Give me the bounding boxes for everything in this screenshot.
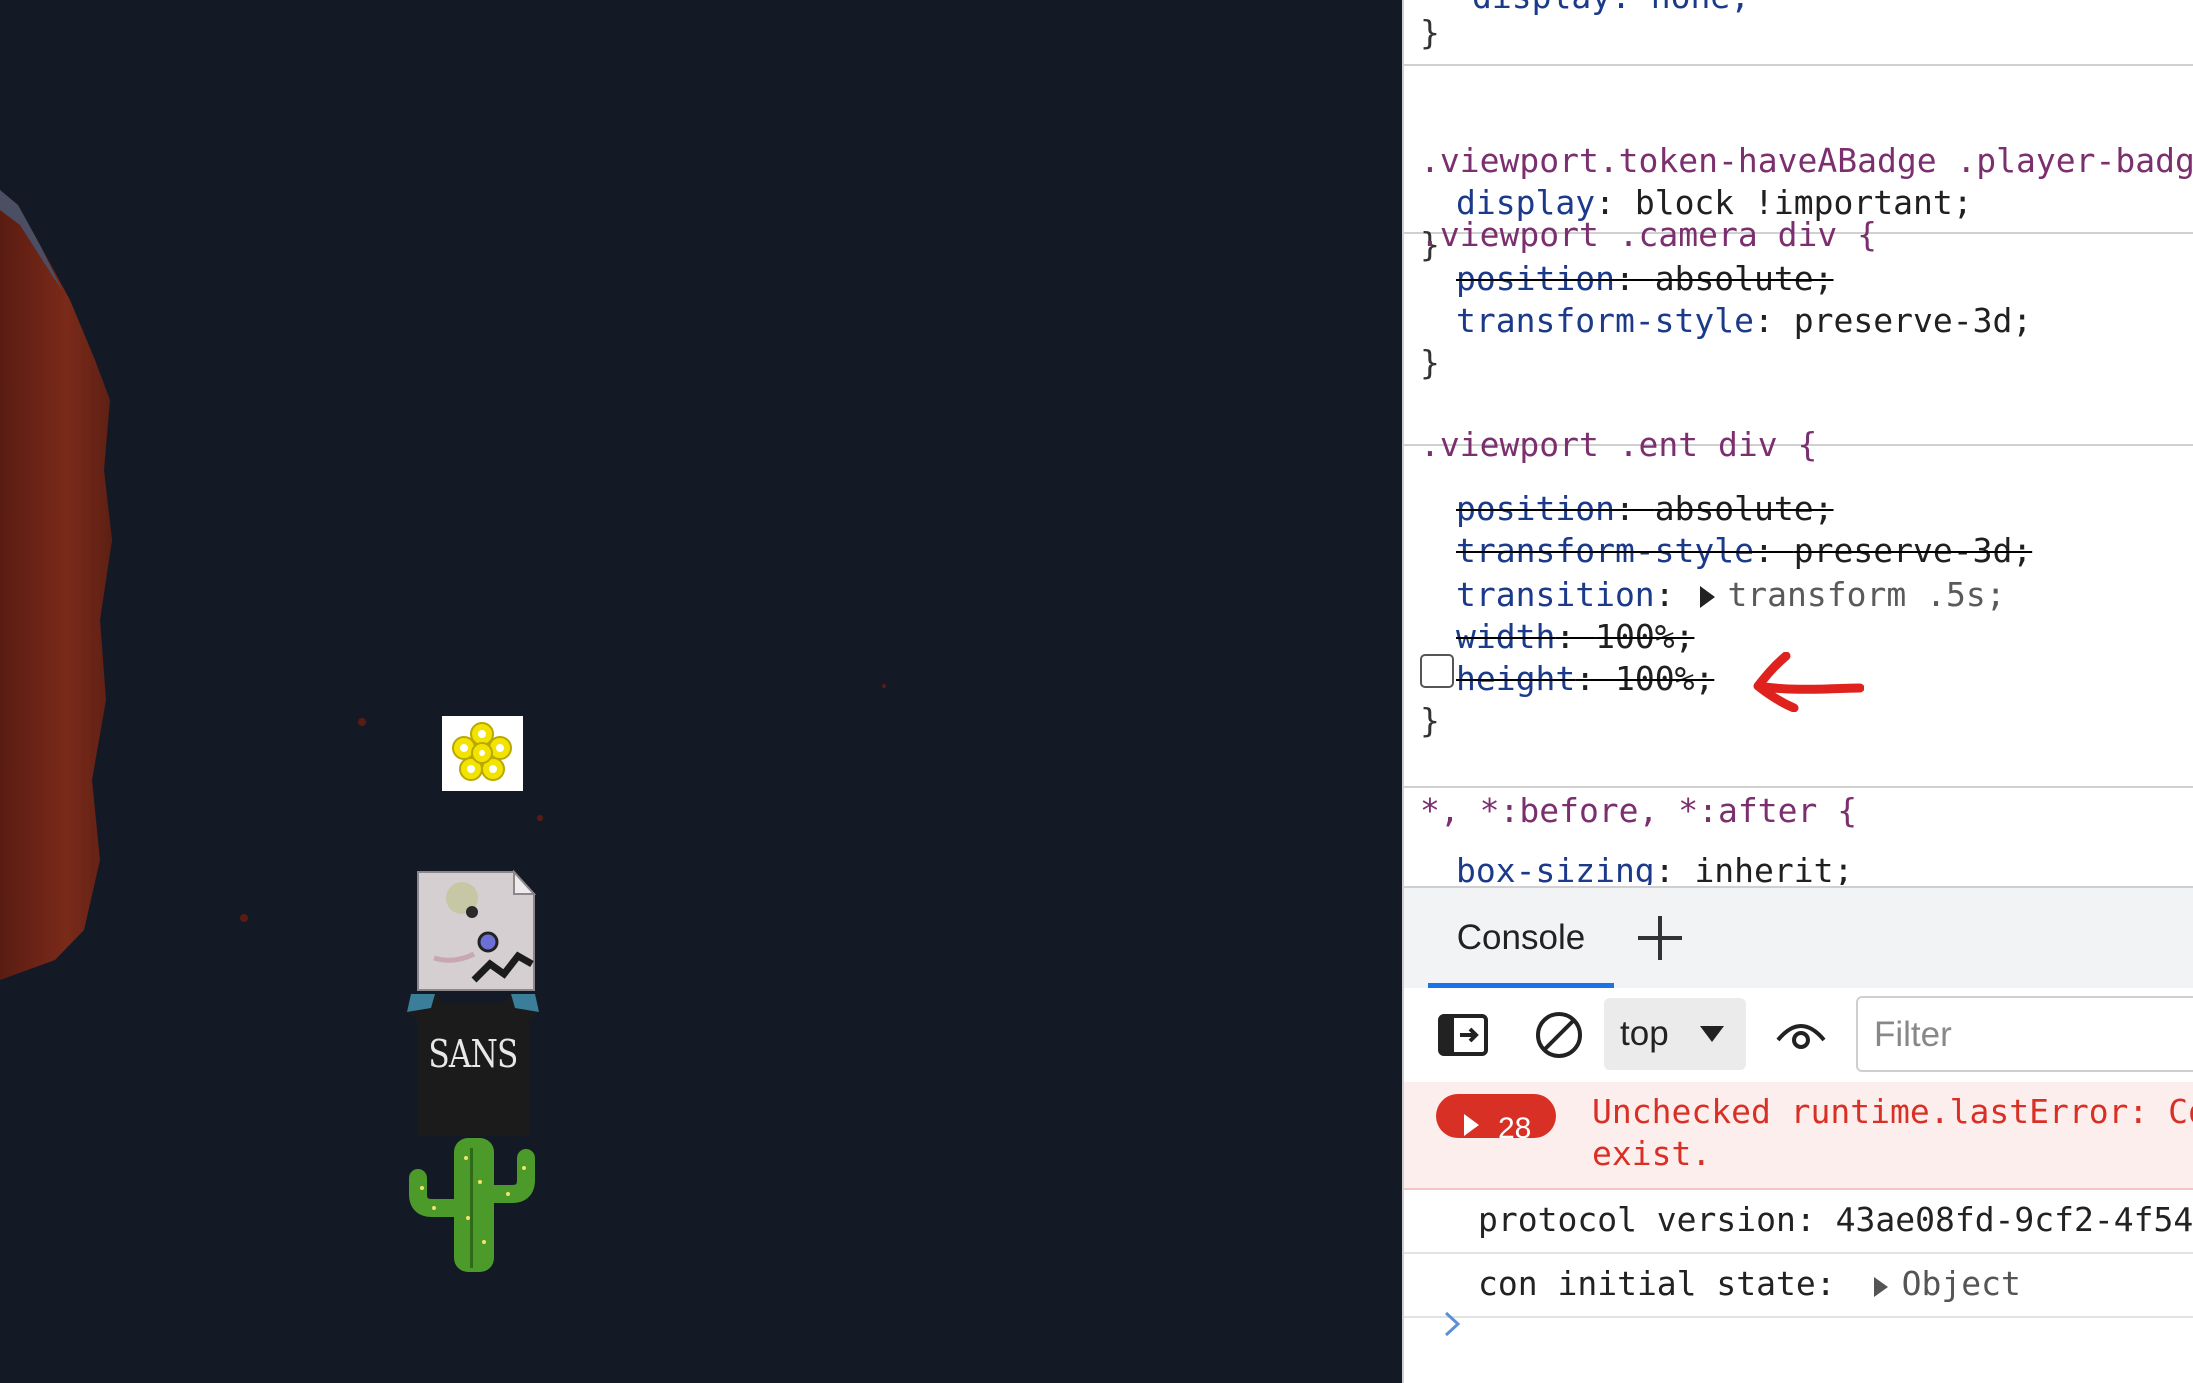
tab-console[interactable]: Console — [1428, 888, 1614, 986]
css-declaration-position[interactable]: position: absolute; — [1404, 258, 1834, 300]
css-selector[interactable]: .viewport .camera div { — [1420, 214, 1877, 256]
player-badge — [442, 716, 523, 791]
css-prop: width — [1456, 617, 1556, 656]
console-log-message[interactable]: con initial state: Object — [1404, 1254, 2193, 1318]
error-text-line2: exist. — [1592, 1134, 1712, 1173]
css-prop: transition — [1456, 575, 1655, 614]
css-rule-close: } — [1420, 701, 1440, 740]
log-text: con initial state: Object — [1478, 1264, 2021, 1303]
player-legs-cactus — [408, 1138, 548, 1278]
css-declaration-height[interactable]: height: 100%; — [1404, 658, 1714, 700]
css-prop: transform-style — [1456, 531, 1755, 570]
add-tab-plus-icon[interactable] — [1632, 910, 1688, 966]
css-rule-universal: *, *:before, *:after { box-sizing: inher… — [1404, 788, 2193, 885]
css-value: preserve-3d; — [1793, 531, 2033, 570]
css-declaration-box-sizing[interactable]: box-sizing: inherit; — [1404, 850, 1853, 885]
log-label: con initial state: — [1478, 1264, 1836, 1303]
css-value: transform .5s; — [1727, 575, 2006, 614]
clear-console-icon[interactable] — [1532, 1008, 1586, 1062]
css-rule-ent-div: .viewport .ent div { position: absolute;… — [1404, 425, 2193, 788]
css-selector[interactable]: .viewport .ent div { — [1420, 424, 1817, 466]
css-selector-text: *, *:before, *:after { — [1420, 791, 1858, 830]
filter-input[interactable] — [1872, 998, 2193, 1072]
context-selector-label: top — [1620, 1014, 1669, 1053]
css-declaration[interactable]: display: none; — [1420, 0, 1750, 18]
expand-triangle-icon — [1464, 1114, 1479, 1136]
flower-badge-icon — [452, 722, 512, 781]
css-declaration-text: display: none; — [1472, 0, 1750, 16]
css-value: inherit; — [1694, 851, 1854, 885]
console-error-message[interactable]: 28 Unchecked runtime.lastError: Co exist… — [1404, 1082, 2193, 1190]
red-arrow-annotation — [1753, 652, 1864, 712]
css-rule-player-badge: .viewport.token-haveABadge .player-badge… — [1404, 66, 2193, 264]
css-declaration-transform-style[interactable]: transform-style: preserve-3d; — [1404, 300, 2032, 342]
css-value: preserve-3d; — [1793, 301, 2033, 340]
drawer-tab-bar: Console — [1404, 886, 2193, 990]
css-declaration-transition[interactable]: transition: transform .5s; — [1404, 574, 2006, 616]
console-messages: 28 Unchecked runtime.lastError: Co exist… — [1404, 1082, 2193, 1383]
context-selector[interactable]: top — [1604, 998, 1746, 1070]
filter-box — [1856, 996, 2193, 1072]
css-declaration-transform-style[interactable]: transform-style: preserve-3d; — [1404, 530, 2032, 572]
css-selector[interactable]: *, *:before, *:after { — [1420, 790, 1857, 832]
log-object-preview[interactable]: Object — [1902, 1264, 2021, 1303]
styles-pane[interactable]: display: none; } .viewport.token-haveABa… — [1404, 0, 2193, 885]
css-rule-clipped: display: none; } — [1404, 0, 2193, 66]
live-expression-eye-icon[interactable] — [1774, 1008, 1828, 1062]
game-viewport[interactable]: SANS — [0, 0, 1402, 1383]
css-value: absolute; — [1654, 259, 1834, 298]
css-prop: position — [1456, 259, 1615, 298]
chevron-down-icon — [1700, 1026, 1724, 1042]
css-rule-close: } — [1420, 13, 1440, 52]
css-value: 100%; — [1614, 659, 1715, 698]
broken-image-icon — [417, 869, 537, 991]
css-value: absolute; — [1654, 489, 1834, 528]
css-rule-close: } — [1420, 343, 1440, 382]
log-text: protocol version: 43ae08fd-9cf2-4f54 — [1478, 1200, 2193, 1239]
scene-background — [0, 190, 886, 980]
sidebar-toggle-icon[interactable] — [1436, 1008, 1490, 1062]
css-prop: position — [1456, 489, 1615, 528]
css-prop: height — [1456, 659, 1576, 698]
error-count-badge[interactable]: 28 — [1436, 1094, 1556, 1138]
css-value: 100%; — [1595, 617, 1695, 656]
css-prop: transform-style — [1456, 301, 1755, 340]
console-prompt-chevron-icon[interactable] — [1440, 1307, 1464, 1341]
css-selector[interactable]: .viewport.token-haveABadge .player-badge… — [1420, 140, 2193, 182]
css-rule-camera-div: .viewport .camera div { position: absolu… — [1404, 215, 2193, 446]
cactus-icon — [409, 1138, 535, 1272]
player-torso: SANS — [405, 990, 541, 1138]
error-text-line1: Unchecked runtime.lastError: Co — [1592, 1092, 2193, 1131]
console-toolbar: top — [1404, 988, 2193, 1084]
expand-triangle-icon[interactable] — [1873, 1277, 1888, 1297]
console-log-message[interactable]: protocol version: 43ae08fd-9cf2-4f54 — [1404, 1190, 2193, 1254]
css-declaration-width[interactable]: width: 100%; — [1404, 616, 1694, 658]
rock-wall — [0, 190, 112, 980]
expand-triangle-icon[interactable] — [1700, 586, 1716, 608]
devtools-panel: display: none; } .viewport.token-haveABa… — [1402, 0, 2193, 1383]
css-declaration-position[interactable]: position: absolute; — [1404, 488, 1834, 530]
css-prop: box-sizing — [1456, 851, 1655, 885]
player-head — [414, 868, 537, 994]
error-count: 28 — [1498, 1112, 1532, 1138]
player-shirt-text: SANS — [428, 1032, 518, 1076]
